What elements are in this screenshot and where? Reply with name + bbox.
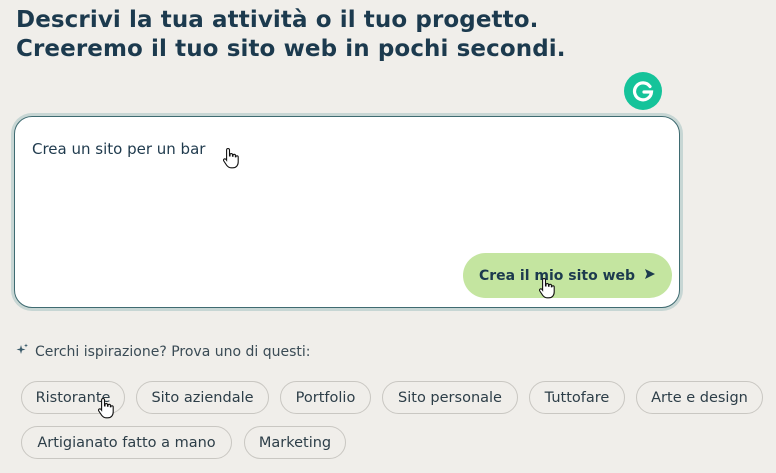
headline-line-2: Creeremo il tuo sito web in pochi second… xyxy=(16,36,566,62)
create-website-button[interactable]: Crea il mio sito web xyxy=(463,253,672,298)
headline-line-1: Descrivi la tua attività o il tuo proget… xyxy=(16,7,539,33)
chip-marketing[interactable]: Marketing xyxy=(244,426,346,459)
send-arrow-icon xyxy=(644,268,656,284)
chip-ristorante[interactable]: Ristorante xyxy=(21,381,125,414)
page-headline: Descrivi la tua attività o il tuo proget… xyxy=(16,6,566,64)
chip-artigianato-fatto-a-mano[interactable]: Artigianato fatto a mano xyxy=(21,426,232,459)
create-website-label: Crea il mio sito web xyxy=(478,267,636,284)
sparkle-icon xyxy=(16,343,29,360)
prompt-text[interactable]: Crea un sito per un bar xyxy=(32,140,205,158)
chip-tuttofare[interactable]: Tuttofare xyxy=(529,381,625,414)
chip-arte-e-design[interactable]: Arte e design xyxy=(636,381,763,414)
inspiration-label: Cerchi ispirazione? Prova uno di questi: xyxy=(35,343,311,360)
chip-sito-personale[interactable]: Sito personale xyxy=(382,381,518,414)
business-description-input[interactable]: Crea un sito per un bar Crea il mio sito… xyxy=(14,116,680,308)
inspiration-hint: Cerchi ispirazione? Prova uno di questi: xyxy=(16,343,311,360)
grammarly-icon[interactable] xyxy=(624,72,662,110)
chip-sito-aziendale[interactable]: Sito aziendale xyxy=(136,381,269,414)
page: Descrivi la tua attività o il tuo proget… xyxy=(0,0,776,473)
chip-portfolio[interactable]: Portfolio xyxy=(280,381,371,414)
